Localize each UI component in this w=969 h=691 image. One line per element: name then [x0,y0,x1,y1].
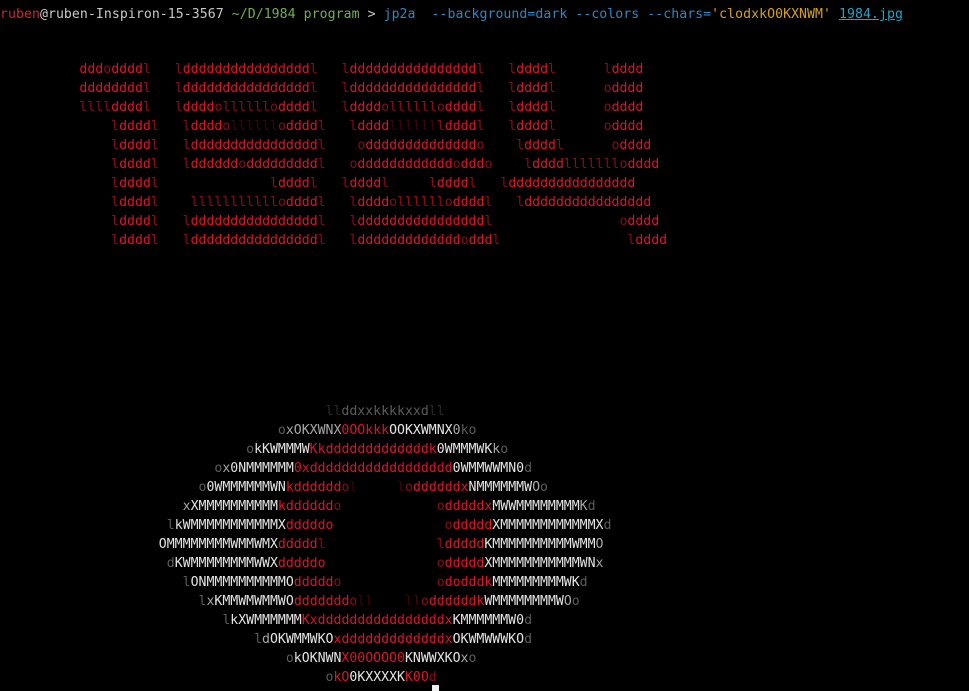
ascii-row: lddddl lddddolllllloddddl lddddllllllldd… [111,119,644,134]
ascii-art-eye: llddxxkkkkxxdll oxOKXWNX0OOkkkOOKXWMNX0k… [0,402,612,687]
prompt-host: ruben-Inspiron-15-3567 [47,7,224,22]
command-chars-argument: 'clodxkO0KXNWM' [711,7,832,22]
prompt-at: @ [39,7,48,22]
ascii-row: okO0KXXXXKK0Od [325,670,437,685]
ascii-row: dKWMMMMMMMMWWXdddddo odddddXMMMMMMMMMMMW… [166,556,604,571]
prompt-user: ruben [0,7,40,22]
ascii-row: lddddl lddddddddddddddddl oddddddddddddd… [111,138,652,153]
ascii-row: OMMMMMMMMWMMWMXdddddl ldddddKMMMMMMMMMMW… [158,537,604,552]
ascii-row: ox0NMMMMMM0xdddddddddddddddddd0WMMWWMN0d [214,461,533,476]
terminal-cursor [432,685,439,691]
ascii-row: xXMMMMMMMMMMkddddddo odddddxMWWMMMMMMMMK… [182,499,596,514]
prompt-symbol: > [367,7,376,22]
ascii-row: oxOKXWNX0OOkkkOOKXWMNX0ko [277,423,477,438]
command-name: jp2a [383,7,416,22]
ascii-row: lddddl lddddddddddddddddl lddddddddddddd… [111,233,668,248]
command-options: --background=dark --colors --chars= [431,7,712,22]
ascii-row: lONMMMMMMMMMMOdddddo ododddkMMMMMMMMMWKd [182,575,588,590]
ascii-row: llddxxkkkkxxdll [325,404,445,419]
ascii-row: lkXWMMMMMMKxddddddddddddddddxKMMMMMMW0d [222,613,533,628]
ascii-art-1984-title: dddoddddl lddddddddddddddddl ldddddddddd… [0,60,667,250]
ascii-row: llllddddl lddddolllllloddddl lddddolllll… [79,100,644,115]
shell-prompt-line: ruben@ruben-Inspiron-15-3567 ~/D/1984 pr… [0,5,903,24]
command-file-argument[interactable]: 1984.jpg [839,7,903,22]
ascii-row: lxKMMWMWMMWOdddddddoll lloddddddkWMMMMMM… [198,594,580,609]
ascii-row: lddddl lddddl lddddl lddddl lddddddddddd… [111,176,636,191]
ascii-row: okOKNWNX00OOOO0KNWWXKOxo [285,651,477,666]
prompt-path: ~/D/1984 program [231,7,360,22]
ascii-row: lddddl lddddddodddddddddl oddddddddddddo… [111,157,660,172]
ascii-row: lkWMMMMMMMMMMMXdddddo odddddXMMMMMMMMMMM… [166,518,612,533]
terminal-window[interactable]: ruben@ruben-Inspiron-15-3567 ~/D/1984 pr… [0,0,969,691]
ascii-row: ldOKWMMWKOxdddddddddddddxOKWMWWWKOd [254,632,533,647]
ascii-row: lddddl lddddddddddddddddl lddddddddddddd… [111,214,660,229]
ascii-row: dddoddddl lddddddddddddddddl ldddddddddd… [79,62,644,77]
ascii-row: lddddl llllllllllloddddl lddddollllllodd… [111,195,652,210]
ascii-row: o0WMMMMMMWNkddddddol loddddddxNMMMMMMWOo [198,480,548,495]
ascii-row: ddddddddl lddddddddddddddddl ldddddddddd… [79,81,644,96]
ascii-row: okKWMMMWKkdddddddddddddk0WMMMWKko [246,442,509,457]
